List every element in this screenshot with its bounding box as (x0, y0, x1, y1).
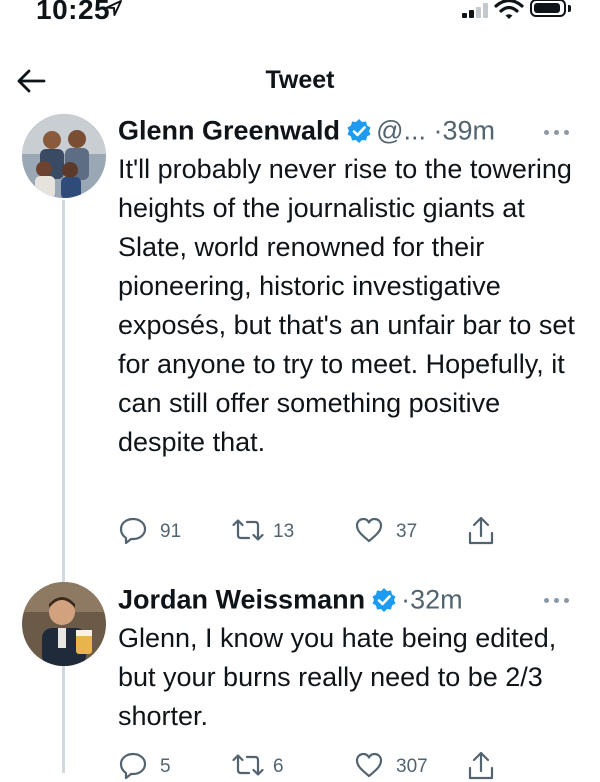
retweet-icon (232, 754, 264, 776)
battery-icon (530, 0, 566, 17)
avatar-photo (22, 582, 106, 666)
retweet-count: 6 (273, 756, 284, 777)
tweet-timestamp[interactable]: 39m (443, 115, 496, 145)
retweet-icon (232, 519, 264, 541)
page-title: Tweet (265, 66, 335, 94)
tweet-text: Glenn, I know you hate being edited, but… (118, 623, 557, 731)
like-count: 307 (396, 756, 428, 777)
status-time: 10:25 (36, 0, 111, 25)
reply-count: 5 (160, 756, 171, 777)
verified-badge-icon (372, 587, 396, 612)
tweet-actions: 5 6 307 (118, 750, 518, 780)
avatar[interactable] (22, 582, 106, 666)
like-count: 37 (396, 521, 418, 542)
heart-icon (355, 752, 383, 778)
status-bar: 10:25 (0, 0, 600, 28)
separator-dot: · (401, 584, 411, 615)
wifi-icon (494, 0, 524, 19)
reply-count: 91 (160, 521, 182, 542)
tweet-actions: 91 13 37 (118, 515, 518, 545)
more-options-icon[interactable] (544, 596, 570, 604)
tweet-text: It'll probably never rise to the towerin… (118, 154, 575, 457)
share-icon (468, 516, 494, 545)
separator-dot: · (433, 115, 443, 146)
tweet-header: Jordan Weissmann ·32m (118, 583, 463, 617)
location-arrow-icon (106, 0, 122, 16)
verified-badge-icon (347, 118, 371, 143)
author-name[interactable]: Glenn Greenwald (118, 115, 340, 145)
avatar-photo (22, 114, 106, 198)
more-options-icon[interactable] (544, 128, 570, 136)
cellular-signal-icon (462, 2, 488, 18)
retweet-count: 13 (273, 521, 295, 542)
thread-line (62, 200, 65, 773)
heart-icon (355, 517, 383, 543)
author-name[interactable]: Jordan Weissmann (118, 584, 365, 614)
author-handle[interactable]: @... (376, 115, 426, 145)
reply-icon (119, 517, 147, 545)
top-bar: Tweet (0, 58, 600, 106)
tweet-timestamp[interactable]: 32m (410, 584, 463, 614)
tweet-header: Glenn Greenwald @... ·39m (118, 114, 495, 148)
avatar[interactable] (22, 114, 106, 198)
share-icon (468, 751, 494, 780)
reply-icon (119, 752, 147, 780)
